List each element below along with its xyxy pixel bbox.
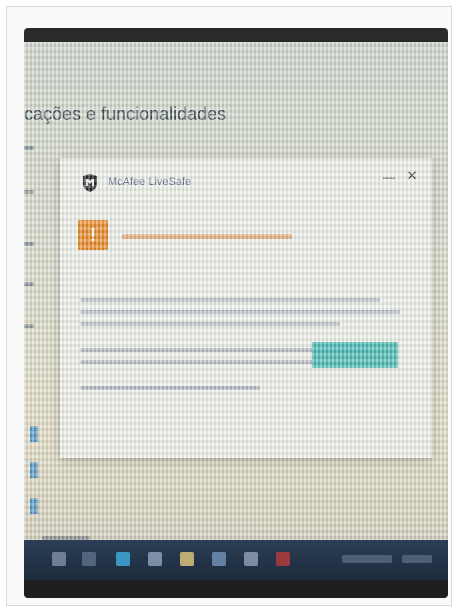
edge-icon[interactable]	[148, 552, 162, 566]
minimize-button[interactable]: —	[382, 170, 396, 184]
settings-tile	[30, 462, 38, 478]
popup-title: McAfee LiveSafe	[108, 176, 192, 188]
task-view-icon[interactable]	[116, 552, 130, 566]
settings-tile	[30, 498, 38, 514]
settings-nav-marker	[24, 190, 34, 194]
body-text-blurred	[80, 386, 260, 390]
mcafee-logo-icon	[83, 174, 97, 192]
monitor-bezel	[24, 580, 448, 598]
start-icon[interactable]	[52, 552, 66, 566]
mcafee-icon[interactable]	[276, 552, 290, 566]
windows-taskbar	[24, 540, 448, 580]
body-text-blurred	[80, 298, 380, 302]
body-text-blurred	[80, 360, 320, 364]
popup-action-button[interactable]	[312, 342, 398, 368]
store-icon[interactable]	[212, 552, 226, 566]
search-icon[interactable]	[82, 552, 96, 566]
mcafee-popup-window: McAfee LiveSafe — ✕ !	[60, 158, 432, 458]
close-button[interactable]: ✕	[404, 168, 420, 184]
body-text-blurred	[80, 322, 340, 326]
settings-nav-marker	[24, 324, 34, 328]
popup-header: McAfee LiveSafe — ✕	[60, 158, 432, 198]
settings-tile	[30, 426, 38, 442]
settings-nav-marker	[24, 282, 34, 286]
settings-nav-marker	[24, 242, 34, 246]
monitor-screen: cações e funcionalidades McAfee LiveSafe…	[24, 28, 448, 598]
warning-heading-blurred	[122, 234, 292, 239]
settings-page-title: cações e funcionalidades	[24, 104, 227, 124]
settings-nav-marker	[24, 146, 34, 150]
mail-icon[interactable]	[244, 552, 258, 566]
warning-glyph: !	[90, 225, 96, 245]
warning-icon: !	[78, 220, 108, 250]
clock-blurred	[402, 555, 432, 563]
tray-text-blurred	[342, 555, 392, 563]
desktop-display: cações e funcionalidades McAfee LiveSafe…	[24, 42, 448, 572]
body-text-blurred	[80, 310, 400, 314]
file-explorer-icon[interactable]	[180, 552, 194, 566]
